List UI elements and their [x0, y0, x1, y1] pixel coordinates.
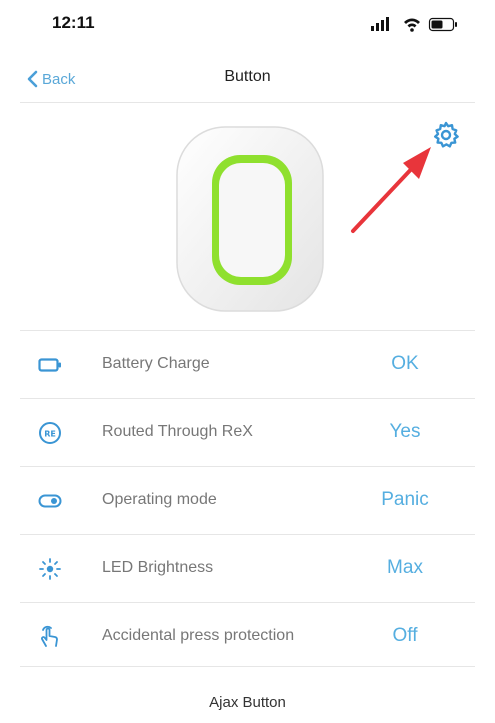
row-label: Battery Charge — [102, 355, 210, 372]
row-battery-charge[interactable]: Battery Charge OK — [20, 330, 475, 398]
toggle-icon — [37, 488, 63, 514]
status-icons — [371, 16, 461, 32]
wifi-icon — [404, 18, 420, 32]
row-label: LED Brightness — [102, 559, 214, 576]
row-accidental-press-protection[interactable]: Accidental press protection Off — [20, 602, 475, 670]
row-value: Max — [387, 557, 423, 578]
rex-badge-icon: RE — [37, 420, 63, 446]
brightness-icon — [37, 556, 63, 582]
status-time: 12:11 — [52, 13, 95, 32]
row-label: Operating mode — [102, 491, 217, 508]
nav-bar: Back Button — [20, 58, 475, 103]
row-value: Panic — [381, 489, 429, 510]
battery-outline-icon — [37, 352, 63, 378]
signal-icon — [371, 17, 389, 31]
hand-tap-icon — [37, 624, 63, 650]
row-label: Routed Through ReX — [102, 423, 253, 440]
device-name-label: Ajax Button — [209, 694, 286, 711]
row-value: OK — [391, 353, 419, 374]
device-info-list: Battery Charge OK RE Routed Through ReX … — [20, 330, 475, 670]
footer: Ajax Button — [20, 666, 475, 723]
page-title: Button — [224, 68, 271, 85]
row-value: Off — [392, 625, 418, 646]
svg-text:RE: RE — [44, 430, 56, 439]
row-operating-mode[interactable]: Operating mode Panic — [20, 466, 475, 534]
gear-icon[interactable] — [432, 121, 460, 149]
red-arrow-annotation — [351, 147, 431, 233]
row-routed-through-rex[interactable]: RE Routed Through ReX Yes — [20, 398, 475, 466]
device-hero — [20, 103, 475, 329]
button-device-image — [176, 126, 324, 312]
row-led-brightness[interactable]: LED Brightness Max — [20, 534, 475, 602]
status-bar: 12:11 — [0, 0, 495, 48]
battery-icon — [428, 17, 457, 32]
row-label: Accidental press protection — [102, 627, 295, 644]
row-value: Yes — [389, 421, 421, 442]
